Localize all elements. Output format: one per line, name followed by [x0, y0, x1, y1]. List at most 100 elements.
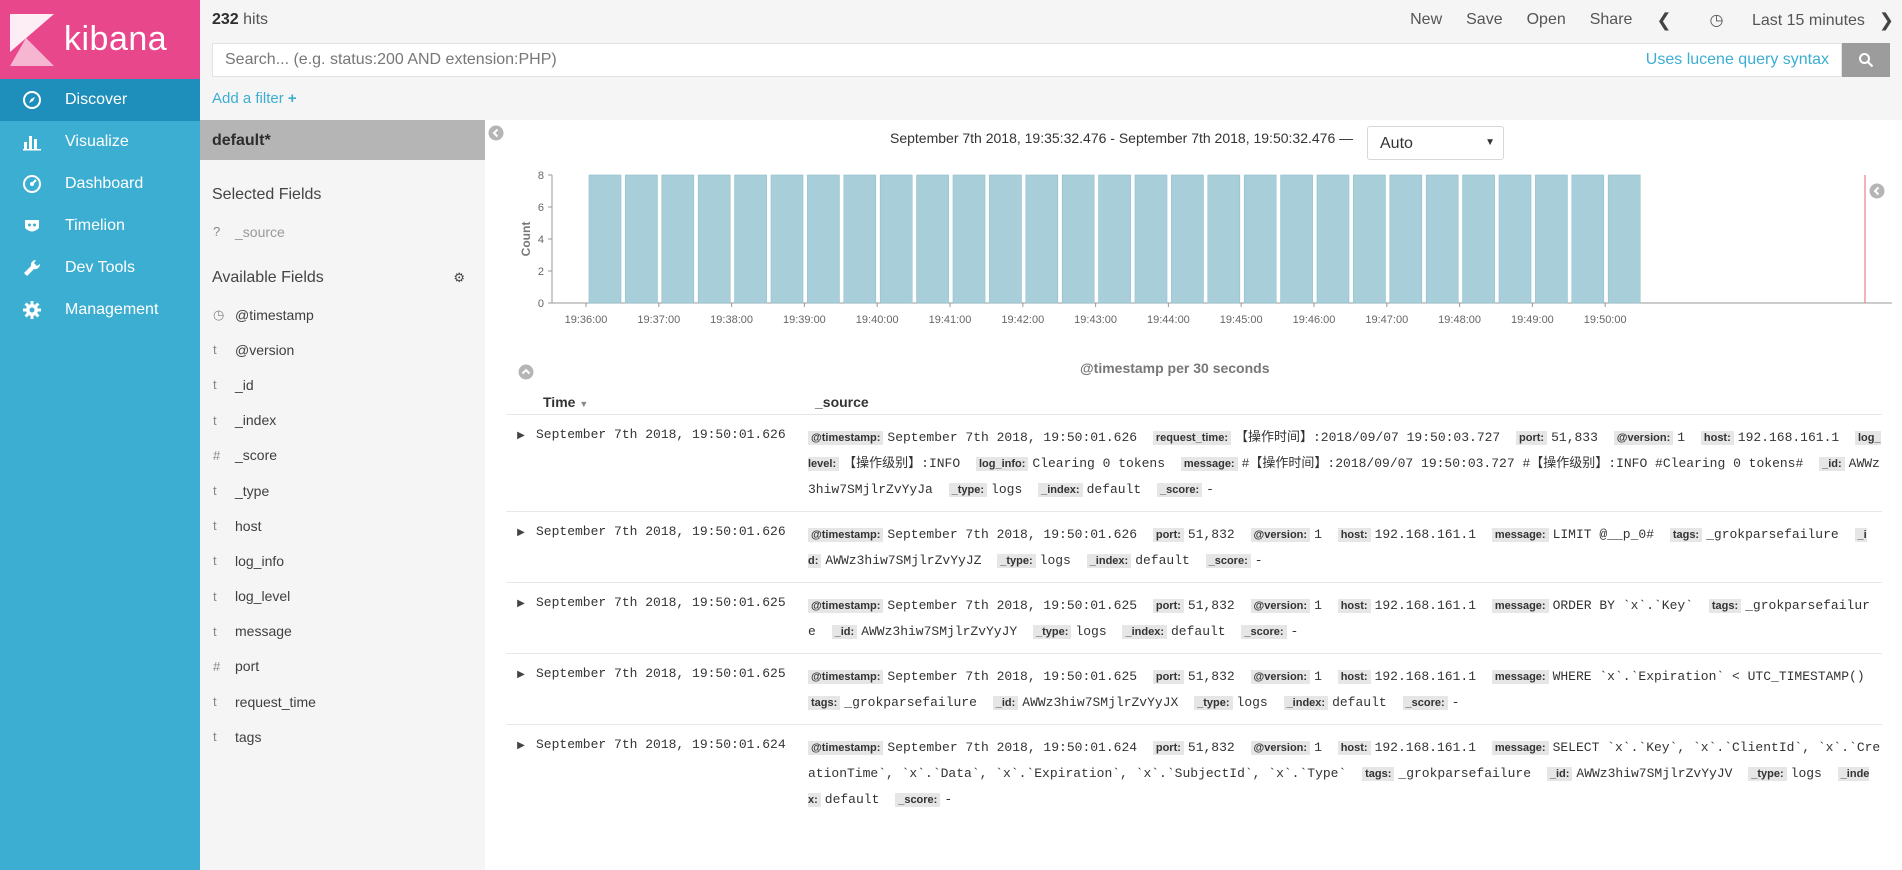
collapse-sidebar-icon[interactable]	[488, 125, 504, 146]
field-type: t	[213, 588, 217, 604]
histogram-bar[interactable]	[625, 174, 658, 304]
histogram-bar[interactable]	[952, 174, 986, 304]
lucene-syntax-link[interactable]: Uses lucene query syntax	[1646, 51, 1829, 69]
expand-row-icon[interactable]: ▶	[506, 735, 536, 813]
selected-field[interactable]: ? _source	[200, 214, 485, 249]
histogram-bar[interactable]	[1425, 174, 1459, 304]
source-field-key: @timestamp:	[808, 599, 884, 613]
top-bar: 232 hits New Save Open Share ❮ ◷ Last 15…	[200, 0, 1902, 40]
available-field[interactable]: t _index	[200, 403, 485, 438]
histogram-bar[interactable]	[1498, 174, 1532, 304]
available-field[interactable]: # port	[200, 649, 485, 684]
histogram-bar[interactable]	[1607, 174, 1641, 304]
x-tick-label: 19:36:00	[565, 314, 608, 326]
nav-item-management[interactable]: Management	[0, 289, 200, 331]
available-field[interactable]: t log_level	[200, 579, 485, 614]
filter-bar: Add a filter +	[200, 80, 1902, 120]
available-field[interactable]: t request_time	[200, 684, 485, 719]
nav-item-discover[interactable]: Discover	[0, 79, 200, 121]
caret-down-icon: ▼	[1485, 137, 1495, 148]
row-time: September 7th 2018, 19:50:01.626	[536, 427, 786, 442]
index-pattern-selector[interactable]: default*	[200, 120, 485, 160]
time-column-header[interactable]: Time ▼	[543, 394, 815, 414]
available-field[interactable]: t host	[200, 508, 485, 543]
share-button[interactable]: Share	[1590, 11, 1633, 29]
histogram-bar[interactable]	[770, 174, 804, 304]
x-axis-title: @timestamp per 30 seconds	[1080, 360, 1270, 376]
available-field[interactable]: t @version	[200, 332, 485, 367]
histogram-bar[interactable]	[1207, 174, 1241, 304]
source-field-value: logs	[1236, 695, 1268, 710]
source-field-key: @timestamp:	[808, 670, 884, 684]
histogram-bar[interactable]	[1134, 174, 1168, 304]
available-field[interactable]: t _type	[200, 473, 485, 508]
available-field[interactable]: t message	[200, 614, 485, 649]
x-tick-label: 19:46:00	[1293, 314, 1336, 326]
available-field[interactable]: t tags	[200, 719, 485, 754]
histogram-bar[interactable]	[697, 174, 731, 304]
add-filter-button[interactable]: Add a filter +	[212, 90, 297, 107]
histogram-bar[interactable]	[734, 174, 767, 304]
histogram-bar[interactable]	[661, 174, 695, 304]
available-field[interactable]: t log_info	[200, 543, 485, 578]
expand-row-icon[interactable]: ▶	[506, 593, 536, 645]
time-picker[interactable]: ◷ Last 15 minutes	[1686, 10, 1865, 30]
source-field-key: _score:	[1241, 625, 1287, 639]
expand-row-icon[interactable]: ▶	[506, 425, 536, 503]
histogram-bar[interactable]	[807, 174, 840, 304]
x-tick-label: 19:38:00	[710, 314, 753, 326]
search-input[interactable]: Search... (e.g. status:200 AND extension…	[212, 43, 1842, 77]
histogram-bar[interactable]	[843, 174, 877, 304]
nav-item-dev-tools[interactable]: Dev Tools	[0, 247, 200, 289]
available-field[interactable]: ◷ @timestamp	[200, 297, 485, 332]
histogram-bar[interactable]	[1280, 174, 1313, 304]
nav-item-visualize[interactable]: Visualize	[0, 121, 200, 163]
available-field[interactable]: t _id	[200, 367, 485, 402]
source-field-key: _type:	[948, 483, 988, 497]
histogram-bar[interactable]	[1571, 174, 1605, 304]
expand-row-icon[interactable]: ▶	[506, 664, 536, 716]
nav-item-label: Visualize	[65, 133, 129, 150]
open-button[interactable]: Open	[1527, 11, 1566, 29]
histogram-bar[interactable]	[1061, 174, 1095, 304]
histogram-bar[interactable]	[1025, 174, 1059, 304]
histogram-bar[interactable]	[1316, 174, 1350, 304]
table-row: ▶ September 7th 2018, 19:50:01.624 @timest…	[506, 724, 1882, 821]
histogram-bar[interactable]	[1171, 174, 1204, 304]
histogram-bar[interactable]	[916, 174, 949, 304]
collapse-chart-right-icon[interactable]	[1869, 183, 1885, 199]
histogram-bar[interactable]	[1353, 174, 1386, 304]
source-field-value: _grokparsefailure	[844, 695, 977, 710]
source-field-key: message:	[1491, 528, 1549, 542]
histogram-bar[interactable]	[1243, 174, 1277, 304]
expand-row-icon[interactable]: ▶	[506, 522, 536, 574]
collapse-chart-icon[interactable]	[518, 364, 534, 385]
kibana-logo[interactable]: kibana	[0, 0, 200, 79]
nav-item-dashboard[interactable]: Dashboard	[0, 163, 200, 205]
time-forward-icon[interactable]: ❯	[1879, 10, 1894, 31]
field-type: t	[213, 553, 217, 569]
source-field-value: logs	[1039, 553, 1071, 568]
histogram-bar[interactable]	[1535, 174, 1568, 304]
search-bar: Search... (e.g. status:200 AND extension…	[200, 40, 1902, 80]
time-back-icon[interactable]: ❮	[1656, 10, 1671, 31]
available-field[interactable]: # _score	[200, 438, 485, 473]
field-type: t	[213, 483, 217, 499]
save-button[interactable]: Save	[1466, 11, 1502, 29]
gear-icon[interactable]: ⚙	[453, 270, 465, 286]
nav-item-timelion[interactable]: Timelion	[0, 205, 200, 247]
row-time: September 7th 2018, 19:50:01.625	[536, 666, 786, 681]
histogram-bar[interactable]	[1462, 174, 1495, 304]
new-button[interactable]: New	[1410, 11, 1442, 29]
histogram-bar[interactable]	[989, 174, 1022, 304]
interval-select[interactable]: Auto ▼	[1367, 126, 1504, 160]
source-field-key: port:	[1152, 741, 1184, 755]
histogram-bar[interactable]	[1389, 174, 1423, 304]
histogram-bar[interactable]	[1098, 174, 1131, 304]
source-field-value: 【操作级别】:INFO	[843, 456, 961, 471]
histogram-chart[interactable]: Count 0 2 4 6 8 19:36:00 19:37:00 19:38:00 19:39:…	[500, 160, 1902, 380]
histogram-bar[interactable]	[588, 174, 622, 304]
search-button[interactable]	[1842, 43, 1890, 77]
source-field-value: #【操作时间】:2018/09/07 19:50:03.727 #【操作级别】:…	[1241, 456, 1804, 471]
histogram-bar[interactable]	[879, 174, 913, 304]
